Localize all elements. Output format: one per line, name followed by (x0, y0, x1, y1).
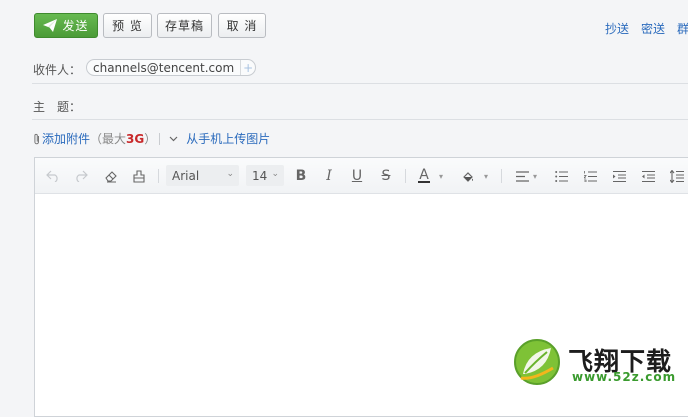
bold-button[interactable]: B (291, 166, 311, 186)
bcc-link[interactable]: 密送 (641, 20, 665, 37)
preview-button[interactable]: 预 览 (103, 13, 152, 38)
send-label: 发送 (62, 19, 89, 33)
strikethrough-button[interactable]: S (376, 166, 396, 186)
chevron-down-icon: ⌄ (226, 169, 234, 179)
font-family-value: Arial (172, 168, 200, 183)
paper-plane-icon (43, 19, 58, 32)
cancel-label: 取 消 (226, 19, 258, 33)
align-icon[interactable] (512, 166, 532, 186)
undo-icon[interactable] (43, 166, 63, 186)
text-color-button[interactable]: A (414, 166, 434, 186)
chevron-down-icon[interactable]: ▾ (533, 172, 537, 181)
italic-button[interactable]: I (319, 166, 339, 186)
recipient-divider (32, 83, 688, 84)
numbered-list-icon[interactable] (580, 166, 600, 186)
indent-icon[interactable] (609, 166, 629, 186)
recipient-label: 收件人： (33, 63, 82, 77)
chevron-down-icon[interactable]: ▾ (439, 172, 443, 181)
max-size-prefix: （最大 (90, 132, 127, 146)
outdent-icon[interactable] (638, 166, 658, 186)
subject-input[interactable] (86, 93, 686, 115)
save-draft-button[interactable]: 存草稿 (157, 13, 212, 38)
chevron-down-icon[interactable] (169, 136, 178, 142)
redo-icon[interactable] (71, 166, 91, 186)
preview-label: 预 览 (112, 19, 143, 33)
watermark-leaf-logo-icon (514, 339, 560, 385)
font-size-value: 14 (252, 168, 268, 183)
save-draft-label: 存草稿 (164, 19, 204, 33)
send-button[interactable]: 发送 (34, 13, 98, 38)
attachment-row: 添加附件 （最大 3G ） 从手机上传图片 (33, 130, 270, 147)
format-painter-icon[interactable] (129, 166, 149, 186)
chevron-down-icon: ⌄ (271, 169, 279, 179)
group-send-link[interactable]: 群 (677, 20, 688, 37)
font-size-select[interactable]: 14 ⌄ (246, 165, 284, 186)
recipient-chip[interactable]: channels@tencent.com + (86, 59, 257, 76)
add-attachment-link[interactable]: 添加附件 (42, 130, 90, 147)
attachment-separator (159, 132, 161, 145)
toolbar-separator (158, 169, 159, 183)
text-color-label: A (419, 167, 429, 183)
underline-button[interactable]: U (347, 166, 367, 186)
subject-label: 主 题： (33, 100, 82, 114)
highlight-color-icon[interactable] (458, 166, 478, 186)
paperclip-icon (34, 133, 39, 144)
cc-link[interactable]: 抄送 (605, 20, 629, 37)
cancel-button[interactable]: 取 消 (218, 13, 266, 38)
recipient-chip-text: channels@tencent.com (93, 60, 235, 75)
add-recipient-icon[interactable]: + (240, 60, 255, 75)
max-size-value: 3G (126, 131, 145, 146)
chevron-down-icon[interactable]: ▾ (484, 172, 488, 181)
font-family-select[interactable]: Arial ⌄ (166, 165, 239, 186)
editor-toolbar: Arial ⌄ 14 ⌄ B I U S A ▾ ▾ ▾ (35, 158, 688, 194)
text-color-swatch (418, 181, 430, 183)
upload-from-phone-link[interactable]: 从手机上传图片 (186, 130, 270, 147)
max-size-suffix: ） (144, 132, 157, 146)
eraser-icon[interactable] (101, 166, 121, 186)
subject-divider (32, 119, 688, 120)
toolbar-separator (405, 169, 406, 183)
line-height-icon[interactable] (667, 166, 687, 186)
toolbar-separator (501, 169, 502, 183)
watermark-url: www.52z.com (572, 370, 677, 384)
bullet-list-icon[interactable] (551, 166, 571, 186)
